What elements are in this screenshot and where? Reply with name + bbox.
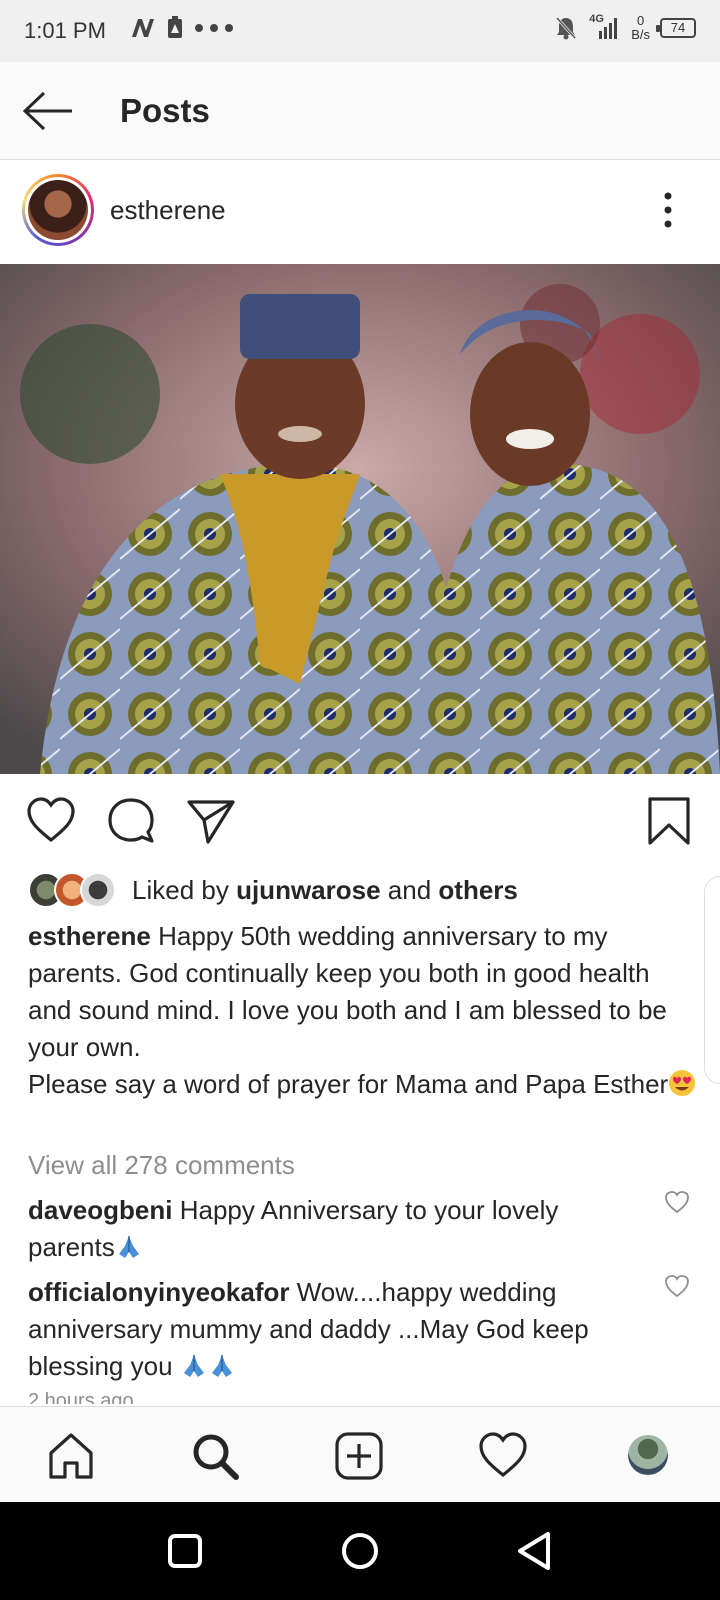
post-timestamp: 2 hours ago bbox=[28, 1390, 134, 1404]
bookmark-icon[interactable] bbox=[644, 796, 694, 846]
vertical-dots-icon[interactable] bbox=[656, 190, 680, 230]
likes-text: Liked by ujunwarose and others bbox=[132, 875, 518, 906]
add-post-icon[interactable] bbox=[334, 1431, 384, 1481]
post-photo-art bbox=[0, 264, 720, 774]
liker-avatar bbox=[80, 872, 116, 908]
net-speed-unit: B/s bbox=[631, 27, 650, 42]
profile-avatar[interactable] bbox=[628, 1435, 668, 1475]
comment-like-heart-icon[interactable] bbox=[664, 1274, 690, 1298]
comment-bubble-icon[interactable] bbox=[106, 796, 156, 846]
status-right-icons: 4G 0 B/s 74 bbox=[555, 13, 696, 42]
comment-like-heart-icon[interactable] bbox=[664, 1190, 690, 1214]
liker-avatars bbox=[28, 872, 116, 908]
caption-text-line2: Please say a word of prayer for Mama and… bbox=[28, 1069, 669, 1099]
comment-item: daveogbeni Happy Anniversary to your lov… bbox=[28, 1192, 648, 1266]
praying-hands-emoji-icon bbox=[118, 1236, 139, 1258]
view-all-comments-link[interactable]: View all 278 comments bbox=[28, 1150, 295, 1181]
liked-by-others[interactable]: others bbox=[438, 875, 517, 905]
home-icon[interactable] bbox=[46, 1431, 96, 1481]
signal-icon: 4G bbox=[587, 13, 621, 41]
praying-hands-emoji-icon bbox=[211, 1355, 232, 1377]
comment-username[interactable]: officialonyinyeokafor bbox=[28, 1277, 290, 1307]
status-left-icons bbox=[130, 16, 234, 40]
activity-heart-icon[interactable] bbox=[478, 1431, 528, 1481]
status-time: 1:01 PM bbox=[24, 18, 106, 43]
caption-username[interactable]: estherene bbox=[28, 921, 151, 951]
author-avatar-image bbox=[28, 180, 88, 240]
more-dots-icon bbox=[195, 24, 233, 32]
page-title: Posts bbox=[120, 92, 210, 129]
back-triangle-icon[interactable] bbox=[510, 1526, 560, 1576]
search-icon[interactable] bbox=[190, 1431, 240, 1481]
likes-row[interactable]: Liked by ujunwarose and others bbox=[28, 870, 518, 910]
heart-eyes-emoji-icon bbox=[669, 1070, 696, 1096]
side-scroll-handle[interactable] bbox=[704, 876, 720, 1084]
app-header: Posts bbox=[0, 62, 720, 160]
lock-notification-icon bbox=[168, 16, 182, 38]
bottom-nav bbox=[0, 1406, 720, 1502]
like-heart-icon[interactable] bbox=[26, 796, 76, 846]
home-circle-icon[interactable] bbox=[335, 1526, 385, 1576]
comment-item: officialonyinyeokafor Wow....happy weddi… bbox=[28, 1274, 648, 1385]
battery-indicator: 74 bbox=[656, 18, 696, 38]
share-send-icon[interactable] bbox=[186, 796, 236, 846]
net-speed: 0 B/s bbox=[631, 14, 650, 42]
praying-hands-emoji-icon bbox=[183, 1355, 204, 1377]
status-bar: 1:01 PM 4G 0 B/s 74 bbox=[0, 0, 720, 62]
likes-middle: and bbox=[387, 874, 432, 905]
arrow-left-icon[interactable] bbox=[22, 90, 74, 132]
comment-username[interactable]: daveogbeni bbox=[28, 1195, 172, 1225]
author-avatar[interactable] bbox=[22, 174, 94, 246]
post-username[interactable]: estherene bbox=[110, 195, 226, 226]
post-actions bbox=[0, 774, 720, 860]
post-photo[interactable] bbox=[0, 264, 720, 774]
recents-square-icon[interactable] bbox=[160, 1526, 210, 1576]
liked-by-user[interactable]: ujunwarose bbox=[236, 875, 380, 905]
likes-prefix: Liked by bbox=[132, 874, 229, 905]
n-icon bbox=[132, 19, 154, 37]
net-speed-value: 0 bbox=[636, 13, 645, 28]
post-header: estherene bbox=[0, 160, 720, 264]
android-nav-bar bbox=[0, 1502, 720, 1600]
post-caption: estherene Happy 50th wedding anniversary… bbox=[28, 918, 700, 1103]
mute-icon bbox=[556, 16, 577, 40]
